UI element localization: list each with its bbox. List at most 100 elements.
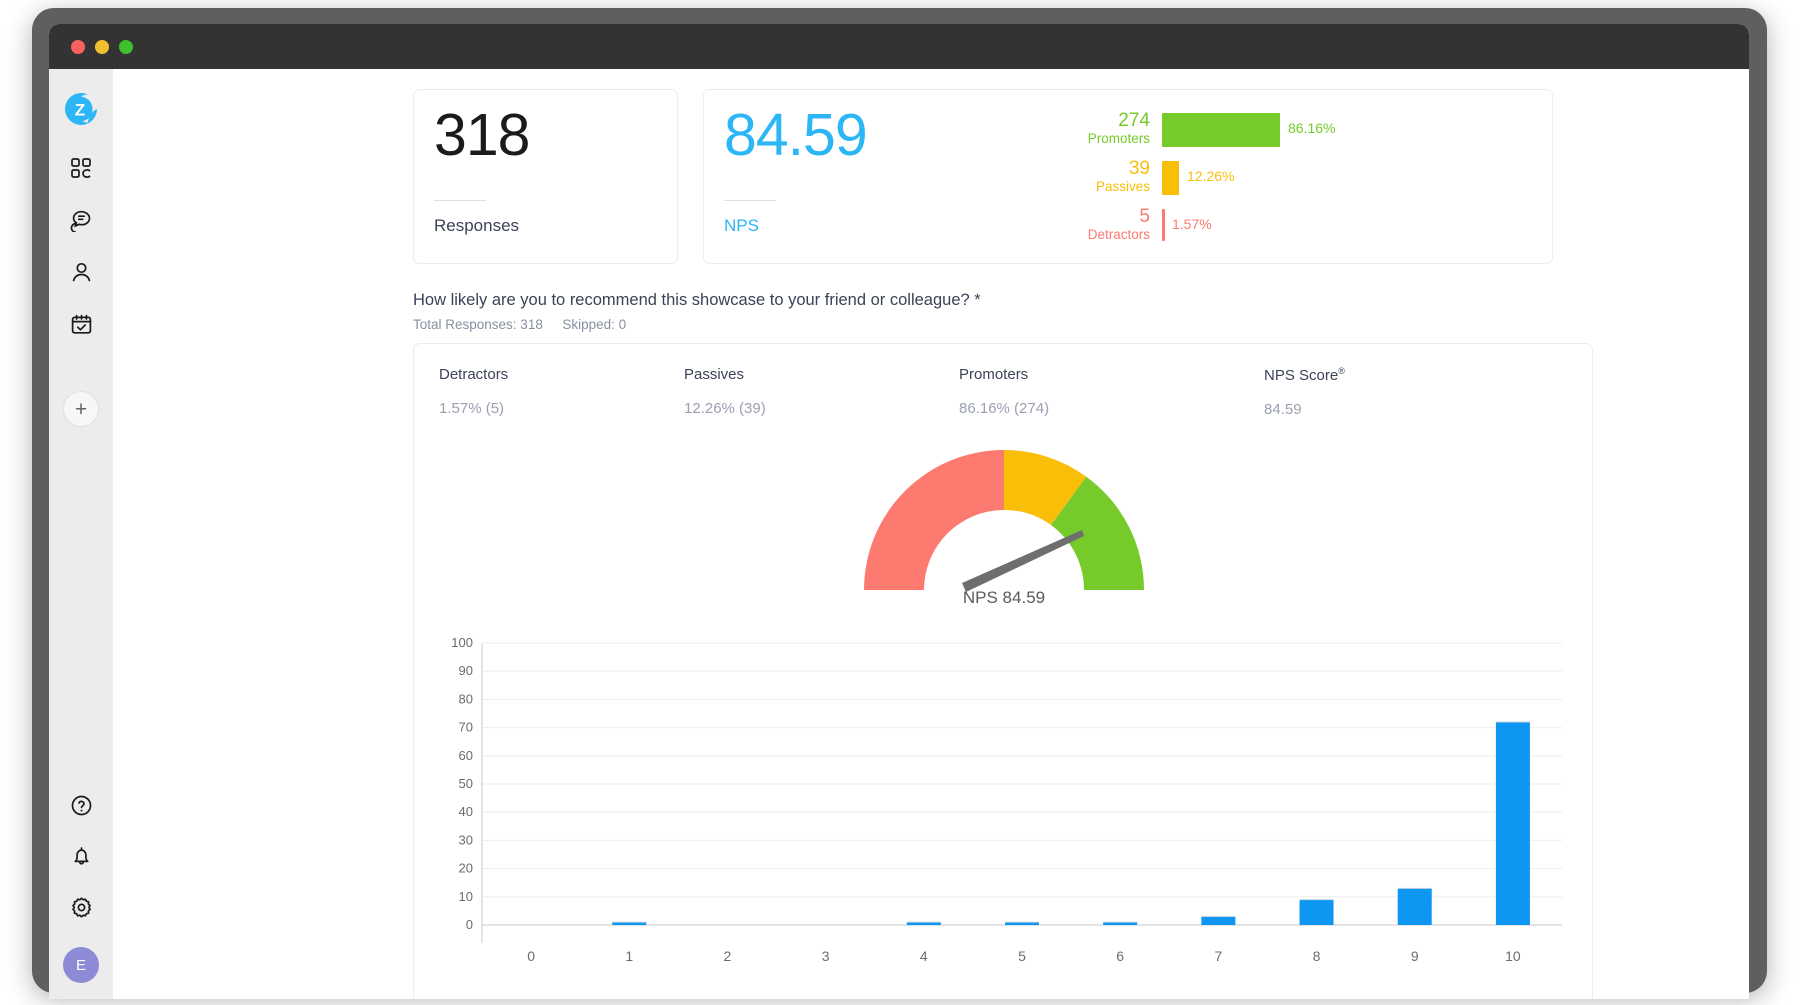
nps-detail-card: Detractors 1.57% (5) Passives 12.26% (39… — [413, 343, 1593, 999]
nps-label: NPS — [724, 216, 759, 235]
y-axis-tick-label: 20 — [459, 861, 473, 876]
app-sidebar: Z + E — [49, 69, 113, 999]
stat-header-wrap: NPS Score® — [1264, 366, 1345, 384]
x-axis-tick-label: 7 — [1214, 948, 1222, 964]
stat-value: 84.59 — [1264, 401, 1302, 418]
stat-col-detractors: Detractors 1.57% (5) — [439, 366, 508, 417]
promoters-bar — [1162, 113, 1280, 147]
avatar-initial: E — [75, 956, 86, 974]
x-axis-tick-label: 2 — [724, 948, 732, 964]
y-axis-tick-label: 10 — [459, 889, 473, 904]
promoters-name: Promoters — [1087, 131, 1150, 147]
stat-col-passives: Passives 12.26% (39) — [684, 366, 766, 417]
segment-row-promoters: 274 Promoters 86.16% — [1054, 110, 1524, 155]
y-axis-tick-label: 50 — [459, 776, 473, 791]
sidebar-item-surveys[interactable] — [66, 309, 96, 339]
x-axis-tick-label: 3 — [822, 948, 830, 964]
sidebar-item-settings[interactable] — [66, 892, 96, 922]
y-axis-tick-label: 0 — [466, 917, 473, 932]
detractors-text: 5 Detractors — [1054, 206, 1150, 242]
close-icon[interactable] — [71, 40, 85, 54]
divider — [434, 200, 486, 201]
stat-value: 86.16% (274) — [959, 400, 1050, 417]
y-axis-tick-label: 100 — [451, 635, 473, 650]
kpi-row: 318 Responses 84.59 NPS 274 Promoters 86… — [413, 89, 1593, 264]
x-axis-tick-label: 10 — [1505, 948, 1521, 964]
stat-col-nps-score: NPS Score® 84.59 — [1264, 366, 1345, 418]
detractors-percent: 1.57% — [1172, 216, 1212, 232]
nps-gauge: NPS 84.59 — [414, 440, 1594, 620]
detractors-name: Detractors — [1087, 227, 1150, 243]
sidebar-item-help[interactable] — [66, 790, 96, 820]
detractors-bar — [1162, 209, 1165, 241]
svg-text:Z: Z — [75, 101, 85, 120]
bar[interactable] — [1495, 721, 1530, 925]
passives-bar — [1162, 161, 1179, 195]
y-axis-tick-label: 70 — [459, 720, 473, 735]
segment-breakdown: 274 Promoters 86.16% 39 Passives 12.26% … — [1054, 110, 1524, 245]
passives-name: Passives — [1095, 179, 1150, 195]
sidebar-item-conversations[interactable] — [66, 205, 96, 235]
window-inner: Z + E 318 Responses 84.59 NPS 274 Promot… — [49, 24, 1749, 999]
zoho-logo[interactable]: Z — [63, 91, 99, 127]
bar-chart-svg: 0 10 20 30 40 50 60 70 80 90 100 0 1 2 3 4 5 6 7 8 9 10 — [451, 635, 1562, 964]
x-axis-tick-label: 1 — [625, 948, 633, 964]
detractors-count: 5 — [1139, 206, 1150, 227]
avatar[interactable]: E — [63, 947, 99, 983]
x-axis-tick-label: 5 — [1018, 948, 1026, 964]
main-content: 318 Responses 84.59 NPS 274 Promoters 86… — [113, 69, 1749, 999]
promoters-percent: 86.16% — [1288, 120, 1336, 136]
stat-header: Detractors — [439, 366, 509, 383]
window-titlebar — [49, 24, 1749, 69]
y-axis-tick-label: 40 — [459, 804, 473, 819]
promoters-count: 274 — [1118, 110, 1150, 131]
bar[interactable] — [1299, 899, 1334, 925]
minimize-icon[interactable] — [95, 40, 109, 54]
x-axis-tick-label: 6 — [1116, 948, 1124, 964]
stat-value: 1.57% (5) — [439, 400, 505, 417]
distribution-bar-chart: 0 10 20 30 40 50 60 70 80 90 100 0 1 2 3 4 5 6 7 8 9 10 — [424, 629, 1584, 994]
plus-icon: + — [74, 397, 88, 421]
x-axis-tick-label: 0 — [527, 948, 535, 964]
gauge-band-detractors — [864, 450, 1004, 590]
sidebar-item-contacts[interactable] — [66, 257, 96, 287]
gauge-svg — [864, 450, 1144, 592]
x-axis-tick-label: 8 — [1313, 948, 1321, 964]
registered-trademark-icon: ® — [1338, 366, 1345, 376]
passives-text: 39 Passives — [1054, 158, 1150, 194]
stat-header: Passives — [684, 366, 745, 383]
sidebar-nav-bottom: E — [49, 790, 113, 983]
promoters-text: 274 Promoters — [1054, 110, 1150, 146]
bar[interactable] — [1201, 916, 1236, 925]
browser-window-frame: Z + E 318 Responses 84.59 NPS 274 Promot… — [32, 8, 1767, 999]
stat-col-promoters: Promoters 86.16% (274) — [959, 366, 1049, 417]
gauge-caption: NPS 84.59 — [962, 588, 1046, 607]
x-axis-tick-label: 9 — [1411, 948, 1419, 964]
y-axis-tick-label: 90 — [459, 663, 473, 678]
stat-header: Promoters — [959, 366, 1029, 383]
sidebar-nav-top: + — [63, 153, 99, 427]
divider — [724, 200, 776, 201]
nps-card: 84.59 NPS 274 Promoters 86.16% 39 Passiv… — [703, 89, 1553, 264]
gauge-needle — [962, 530, 1084, 592]
passives-percent: 12.26% — [1187, 168, 1235, 184]
sidebar-item-dashboard[interactable] — [66, 153, 96, 183]
y-axis-tick-label: 80 — [459, 691, 473, 706]
responses-label: Responses — [434, 216, 520, 235]
segment-row-passives: 39 Passives 12.26% — [1054, 158, 1524, 203]
sidebar-add-button[interactable]: + — [63, 391, 99, 427]
responses-card: 318 Responses — [413, 89, 678, 264]
responses-value: 318 — [434, 102, 530, 168]
y-axis-tick-label: 30 — [459, 832, 473, 847]
stat-columns: Detractors 1.57% (5) Passives 12.26% (39… — [414, 366, 1594, 422]
maximize-icon[interactable] — [119, 40, 133, 54]
stat-header: NPS Score — [1264, 367, 1339, 384]
nps-value: 84.59 — [724, 102, 868, 168]
stat-value: 12.26% (39) — [684, 400, 766, 417]
skipped-label: Skipped: 0 — [562, 317, 627, 332]
screenshot-root: Z + E 318 Responses 84.59 NPS 274 Promot… — [0, 0, 1800, 1005]
question-title: How likely are you to recommend this sho… — [413, 291, 981, 309]
segment-row-detractors: 5 Detractors 1.57% — [1054, 206, 1524, 251]
sidebar-item-notifications[interactable] — [66, 841, 96, 871]
bar[interactable] — [1397, 888, 1432, 925]
